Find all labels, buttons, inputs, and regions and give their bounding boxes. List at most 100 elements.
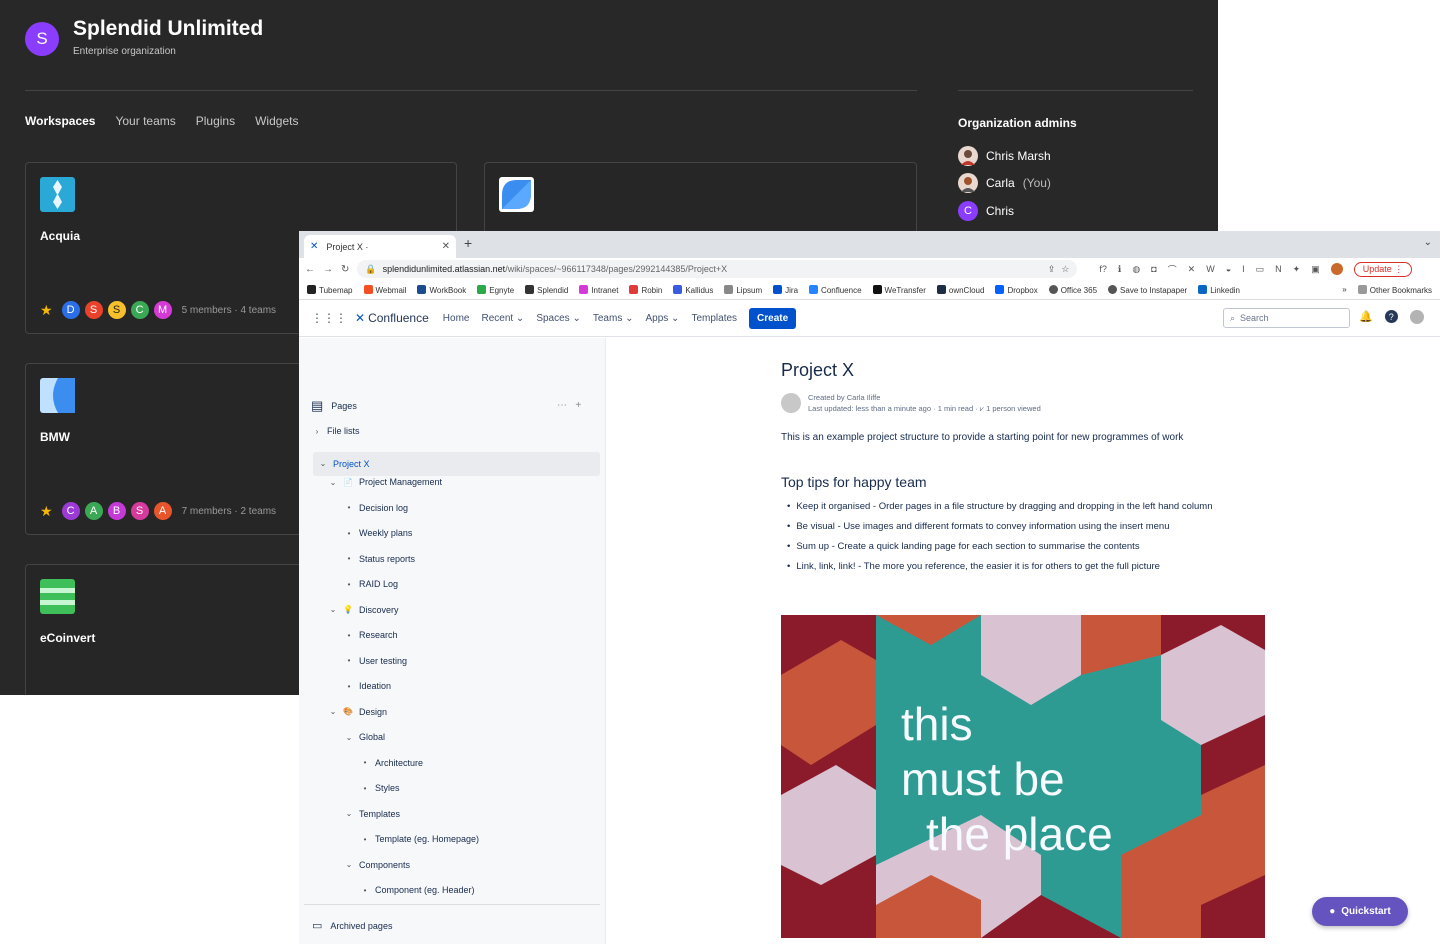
bookmark-splendid[interactable]: Splendid: [525, 284, 568, 295]
extension-icon[interactable]: ◒: [1226, 264, 1231, 274]
sidebar-tree-item[interactable]: ⌄ Global: [345, 732, 385, 742]
admin-item[interactable]: C Chris: [958, 201, 1014, 221]
more-bookmarks-icon[interactable]: »: [1342, 285, 1346, 294]
bookmark-webmail[interactable]: Webmail: [363, 284, 406, 295]
extension-icon[interactable]: N: [1275, 264, 1282, 274]
bookmark-jira[interactable]: Jira: [773, 284, 798, 295]
sidebar-tree-item[interactable]: • Architecture: [361, 758, 423, 768]
chevron-down-icon[interactable]: ⌄: [1424, 237, 1432, 248]
chevron-down-icon[interactable]: ⌄: [329, 707, 337, 716]
archived-pages[interactable]: ▭ Archived pages: [304, 904, 600, 932]
chevron-down-icon[interactable]: ⌄: [345, 733, 353, 742]
puzzle-icon[interactable]: ✦: [1293, 264, 1301, 275]
admin-item[interactable]: Chris Marsh: [958, 146, 1051, 166]
sidebar-tree-item[interactable]: ⌄ Components: [345, 860, 410, 870]
add-icon[interactable]: +: [575, 400, 581, 411]
extension-icon[interactable]: f?: [1099, 264, 1107, 274]
profile-avatar[interactable]: [1409, 310, 1424, 324]
other-bookmarks[interactable]: Other Bookmarks: [1357, 284, 1432, 295]
sidebar-tree-item[interactable]: • Styles: [361, 783, 400, 793]
bookmark-linkedin[interactable]: Linkedin: [1198, 284, 1240, 295]
search-input[interactable]: ⌕ Search: [1223, 308, 1350, 328]
bookmark-star-icon[interactable]: ☆: [1061, 264, 1069, 275]
bookmark-instapaper[interactable]: Save to Instapaper: [1108, 284, 1187, 295]
chevron-right-icon[interactable]: ›: [313, 427, 321, 436]
extension-icon[interactable]: W: [1206, 264, 1215, 274]
profile-avatar[interactable]: [1330, 263, 1343, 275]
sidebar-tree-item[interactable]: ⌄ 📄 Project Management: [329, 477, 442, 487]
nav-teams[interactable]: Teams ⌄: [593, 313, 634, 324]
extension-icon[interactable]: ⌒: [1168, 263, 1177, 276]
star-icon[interactable]: ★: [40, 302, 53, 319]
bookmark-egnyte[interactable]: Egnyte: [477, 284, 514, 295]
tab-workspaces[interactable]: Workspaces: [25, 114, 95, 128]
new-tab-icon[interactable]: +: [464, 235, 472, 251]
bookmark-owncloud[interactable]: ownCloud: [936, 284, 984, 295]
chevron-down-icon[interactable]: ⌄: [345, 860, 353, 869]
more-icon[interactable]: ⋯: [557, 400, 567, 411]
extension-icon[interactable]: ◘: [1151, 264, 1156, 274]
extension-icon[interactable]: ◍: [1132, 264, 1140, 275]
browser-tab[interactable]: ✕ Project X · ✕: [304, 235, 456, 258]
update-button[interactable]: Update ⋮: [1353, 261, 1413, 277]
neon-sign-image[interactable]: this must be the place: [781, 615, 1265, 938]
sidebar-tree-item[interactable]: • Template (eg. Homepage): [361, 834, 479, 844]
extension-icon[interactable]: ▭: [1256, 264, 1265, 275]
confluence-logo-icon[interactable]: ✕: [355, 311, 365, 325]
view-count[interactable]: 1 person viewed: [986, 404, 1041, 413]
notifications-icon[interactable]: 🔔: [1359, 310, 1373, 324]
bookmark-kallidus[interactable]: Kallidus: [673, 284, 713, 295]
close-icon[interactable]: ✕: [442, 241, 450, 252]
admin-item[interactable]: Carla (You): [958, 173, 1051, 193]
nav-recent[interactable]: Recent ⌄: [481, 313, 524, 324]
sidebar-tree-item[interactable]: • User testing: [345, 656, 407, 666]
bookmark-intranet[interactable]: Intranet: [579, 284, 618, 295]
bookmark-workbook[interactable]: WorkBook: [417, 284, 466, 295]
tab-plugins[interactable]: Plugins: [196, 114, 235, 128]
nav-apps[interactable]: Apps ⌄: [645, 313, 679, 324]
quickstart-button[interactable]: ● Quickstart: [1312, 897, 1408, 926]
sidebar-tree-item[interactable]: › File lists: [313, 426, 360, 436]
star-icon[interactable]: ★: [40, 503, 53, 520]
chevron-down-icon[interactable]: ⌄: [319, 459, 327, 468]
sidebar-tree-item[interactable]: ⌄ 💡 Discovery: [329, 605, 399, 615]
help-icon[interactable]: ?: [1384, 310, 1398, 323]
sidebar-tree-item[interactable]: • Status reports: [345, 554, 415, 564]
tab-your-teams[interactable]: Your teams: [115, 114, 175, 128]
extension-icon[interactable]: ✕: [1188, 264, 1196, 275]
create-button[interactable]: Create: [749, 307, 797, 329]
nav-spaces[interactable]: Spaces ⌄: [536, 313, 581, 324]
nav-home[interactable]: Home: [443, 313, 470, 324]
product-name[interactable]: Confluence: [368, 311, 429, 325]
sidebar-tree-item[interactable]: • Research: [345, 630, 398, 640]
back-icon[interactable]: ←: [305, 264, 315, 275]
pages-heading[interactable]: ▤ Pages: [311, 398, 357, 414]
chevron-down-icon[interactable]: ⌄: [329, 478, 337, 487]
share-icon[interactable]: ⇪: [1048, 264, 1056, 275]
app-switcher-icon[interactable]: ⋮⋮⋮: [311, 311, 347, 325]
bookmark-office365[interactable]: Office 365: [1048, 284, 1097, 295]
reload-icon[interactable]: ↻: [341, 264, 349, 275]
bookmark-robin[interactable]: Robin: [629, 284, 662, 295]
sidebar-tree-item[interactable]: • RAID Log: [345, 579, 398, 589]
tab-widgets[interactable]: Widgets: [255, 114, 298, 128]
sidebar-tree-item[interactable]: ⌄ Templates: [345, 809, 400, 819]
nav-templates[interactable]: Templates: [691, 313, 737, 324]
sidepanel-icon[interactable]: ▣: [1311, 264, 1320, 275]
sidebar-tree-item[interactable]: • Weekly plans: [345, 528, 413, 538]
bookmark-wetransfer[interactable]: WeTransfer: [872, 284, 926, 295]
extension-icon[interactable]: I: [1242, 264, 1245, 274]
author-avatar[interactable]: [781, 393, 801, 413]
sidebar-tree-item[interactable]: • Component (eg. Header): [361, 885, 475, 895]
url-field[interactable]: 🔒 splendidunlimited.atlassian.net/wiki/s…: [357, 260, 1078, 278]
sidebar-tree-item[interactable]: • Ideation: [345, 681, 391, 691]
chevron-down-icon[interactable]: ⌄: [345, 809, 353, 818]
forward-icon[interactable]: →: [323, 264, 333, 275]
sidebar-tree-item[interactable]: ⌄ Project X: [313, 451, 600, 476]
created-by[interactable]: Created by Carla Iliffe: [808, 392, 1041, 403]
extension-icon[interactable]: ℹ: [1118, 264, 1121, 275]
bookmark-dropbox[interactable]: Dropbox: [995, 284, 1038, 295]
sidebar-tree-item[interactable]: • Decision log: [345, 503, 408, 513]
sidebar-tree-item[interactable]: ⌄ 🎨 Design: [329, 707, 387, 717]
bookmark-tubemap[interactable]: Tubemap: [307, 284, 353, 295]
